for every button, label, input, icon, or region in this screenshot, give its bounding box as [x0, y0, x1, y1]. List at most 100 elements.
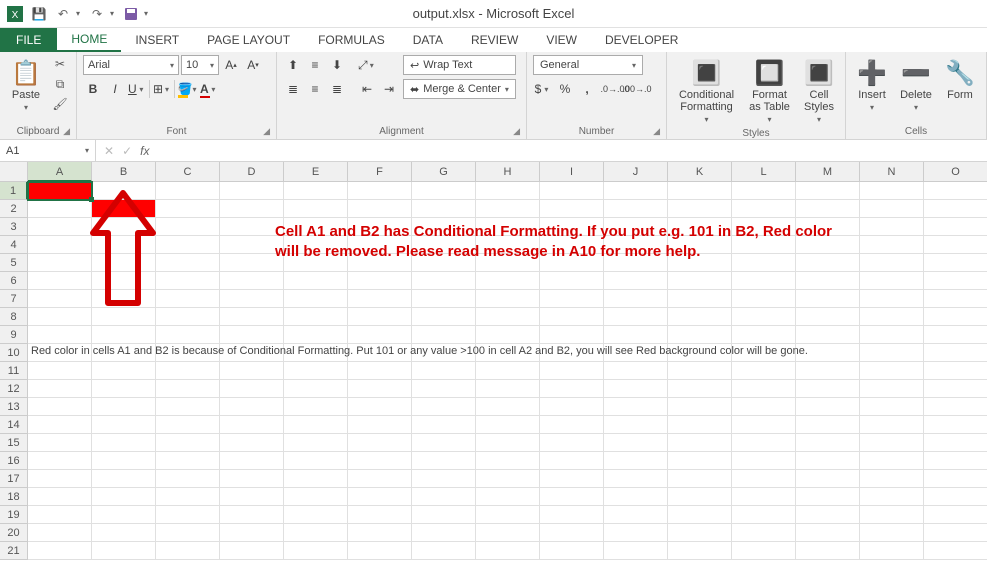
cell[interactable] [412, 326, 476, 344]
row-header[interactable]: 1 [0, 182, 28, 200]
cell[interactable] [92, 398, 156, 416]
column-header[interactable]: F [348, 162, 412, 182]
cell[interactable] [604, 362, 668, 380]
cell[interactable] [284, 452, 348, 470]
row-header[interactable]: 17 [0, 470, 28, 488]
fill-color-button[interactable]: 🪣▾ [177, 79, 197, 99]
cell[interactable] [28, 200, 92, 218]
cell[interactable] [284, 236, 348, 254]
cell[interactable] [284, 182, 348, 200]
cell[interactable] [604, 542, 668, 560]
cell[interactable] [540, 488, 604, 506]
cell[interactable] [540, 200, 604, 218]
cell[interactable] [860, 218, 924, 236]
align-bottom-icon[interactable]: ⬇ [327, 55, 347, 75]
enter-formula-icon[interactable]: ✓ [122, 144, 132, 158]
cell[interactable] [732, 272, 796, 290]
cell[interactable] [92, 470, 156, 488]
cell[interactable] [156, 398, 220, 416]
cell[interactable] [924, 254, 987, 272]
cell[interactable] [348, 488, 412, 506]
row-header[interactable]: 6 [0, 272, 28, 290]
cell[interactable] [924, 290, 987, 308]
cell[interactable] [220, 272, 284, 290]
cell[interactable] [732, 254, 796, 272]
cell[interactable] [156, 236, 220, 254]
cell[interactable] [540, 452, 604, 470]
redo-icon[interactable]: ↷ [86, 3, 108, 25]
decrease-indent-icon[interactable]: ⇤ [357, 79, 377, 99]
cell[interactable] [92, 488, 156, 506]
cell[interactable] [540, 542, 604, 560]
cell[interactable] [476, 254, 540, 272]
cell[interactable] [476, 236, 540, 254]
cell[interactable] [348, 380, 412, 398]
percent-format-icon[interactable]: % [555, 79, 575, 99]
format-painter-icon[interactable]: 🖌 [50, 95, 70, 113]
cell[interactable] [476, 434, 540, 452]
cell[interactable] [348, 326, 412, 344]
cell[interactable] [28, 182, 92, 200]
font-size-combo[interactable]: 10▾ [181, 55, 219, 75]
conditional-formatting-button[interactable]: 🔳 Conditional Formatting ▾ [673, 55, 740, 127]
cell[interactable] [476, 506, 540, 524]
italic-button[interactable]: I [105, 79, 125, 99]
cell[interactable] [668, 308, 732, 326]
font-color-button[interactable]: A▾ [199, 79, 219, 99]
row-header[interactable]: 7 [0, 290, 28, 308]
cell[interactable] [540, 290, 604, 308]
row-header[interactable]: 15 [0, 434, 28, 452]
cell[interactable] [28, 470, 92, 488]
fill-handle[interactable] [89, 197, 94, 202]
tab-page-layout[interactable]: PAGE LAYOUT [193, 28, 304, 52]
cell[interactable] [732, 182, 796, 200]
cell[interactable] [540, 254, 604, 272]
column-header[interactable]: H [476, 162, 540, 182]
cell[interactable] [92, 308, 156, 326]
cell[interactable] [604, 290, 668, 308]
cell[interactable] [412, 272, 476, 290]
cell[interactable] [860, 272, 924, 290]
cell[interactable] [476, 182, 540, 200]
cell[interactable] [92, 218, 156, 236]
cell[interactable] [220, 326, 284, 344]
cell[interactable] [860, 416, 924, 434]
cell[interactable] [156, 506, 220, 524]
cell[interactable] [860, 434, 924, 452]
cell[interactable] [668, 182, 732, 200]
row-header[interactable]: 21 [0, 542, 28, 560]
cell[interactable] [476, 200, 540, 218]
copy-icon[interactable]: ⧉ [50, 75, 70, 93]
cell[interactable] [476, 380, 540, 398]
cell[interactable] [540, 398, 604, 416]
cell[interactable] [28, 416, 92, 434]
cell[interactable] [412, 488, 476, 506]
cell[interactable] [92, 254, 156, 272]
cell[interactable] [156, 272, 220, 290]
cell[interactable] [924, 452, 987, 470]
cell[interactable] [476, 326, 540, 344]
cell[interactable] [796, 506, 860, 524]
cell[interactable] [604, 524, 668, 542]
cell[interactable] [668, 254, 732, 272]
cell[interactable] [732, 524, 796, 542]
cell[interactable] [540, 362, 604, 380]
cell[interactable] [156, 326, 220, 344]
undo-icon[interactable]: ↶ [52, 3, 74, 25]
cell[interactable] [348, 182, 412, 200]
cell[interactable] [860, 200, 924, 218]
cell[interactable] [220, 452, 284, 470]
undo-dropdown-icon[interactable]: ▾ [76, 9, 84, 18]
save-disk-icon[interactable] [120, 3, 142, 25]
cell[interactable] [860, 524, 924, 542]
fx-icon[interactable]: fx [140, 144, 149, 158]
number-launcher-icon[interactable]: ◢ [653, 126, 660, 137]
cell[interactable] [28, 380, 92, 398]
cell[interactable] [476, 218, 540, 236]
row-header[interactable]: 10 [0, 344, 28, 362]
cell[interactable] [348, 470, 412, 488]
cell[interactable] [476, 308, 540, 326]
cell[interactable] [284, 506, 348, 524]
cell[interactable] [220, 488, 284, 506]
cell[interactable] [412, 362, 476, 380]
